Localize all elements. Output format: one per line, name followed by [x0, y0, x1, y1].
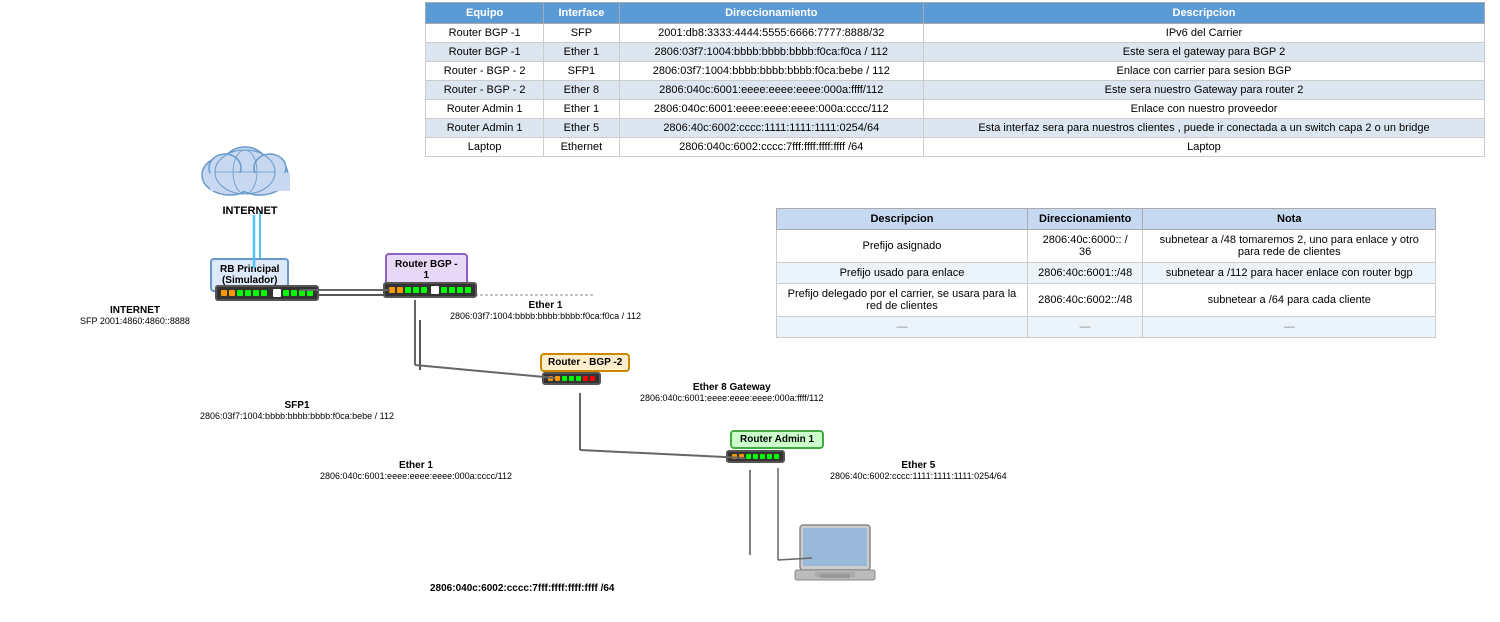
main-cell-6-2: 2806:040c:6002:cccc:7fff:ffff:ffff:ffff … [619, 138, 923, 157]
second-cell-2-1: 2806:40c:6002::/48 [1027, 284, 1143, 317]
main-cell-2-1: SFP1 [544, 62, 619, 81]
second-cell-3-2: — [1143, 317, 1436, 338]
ether1-bgp1-label: Ether 1 2806:03f7:1004:bbbb:bbbb:bbbb:f0… [450, 300, 641, 322]
main-cell-1-3: Este sera el gateway para BGP 2 [923, 43, 1484, 62]
ether5-label: Ether 5 2806:40c:6002:cccc:1111:1111:111… [830, 460, 1007, 482]
second-cell-1-2: subnetear a /112 para hacer enlace con r… [1143, 263, 1436, 284]
main-cell-2-0: Router - BGP - 2 [426, 62, 544, 81]
main-cell-6-0: Laptop [426, 138, 544, 157]
main-cell-4-1: Ether 1 [544, 100, 619, 119]
router-admin1-box: Router Admin 1 [730, 430, 824, 449]
main-cell-6-3: Laptop [923, 138, 1484, 157]
main-cell-0-0: Router BGP -1 [426, 24, 544, 43]
main-cell-3-3: Este sera nuestro Gateway para router 2 [923, 81, 1484, 100]
second-cell-0-1: 2806:40c:6000:: / 36 [1027, 230, 1143, 263]
main-cell-5-0: Router Admin 1 [426, 119, 544, 138]
internet-label: INTERNET [190, 205, 310, 217]
second-table: Descripcion Direccionamiento Nota Prefij… [776, 208, 1436, 338]
second-cell-2-0: Prefijo delegado por el carrier, se usar… [777, 284, 1028, 317]
laptop-icon [790, 520, 880, 590]
second-cell-3-1: — [1027, 317, 1143, 338]
col-header-equipo: Equipo [426, 3, 544, 24]
main-cell-4-0: Router Admin 1 [426, 100, 544, 119]
main-cell-5-2: 2806:40c:6002:cccc:1111:1111:1111:0254/6… [619, 119, 923, 138]
main-cell-3-2: 2806:040c:6001:eeee:eeee:eeee:000a:ffff/… [619, 81, 923, 100]
main-cell-0-1: SFP [544, 24, 619, 43]
main-cell-3-0: Router - BGP - 2 [426, 81, 544, 100]
rb-principal-device [215, 285, 319, 301]
second-cell-2-2: subnetear a /64 para cada cliente [1143, 284, 1436, 317]
main-cell-4-2: 2806:040c:6001:eeee:eeee:eeee:000a:cccc/… [619, 100, 923, 119]
laptop-addr-text: 2806:040c:6002:cccc:7fff:ffff:ffff:ffff … [430, 583, 615, 594]
col2-header-nota: Nota [1143, 209, 1436, 230]
second-cell-3-0: — [777, 317, 1028, 338]
router-bgp2-label: Router - BGP -2 [548, 357, 622, 368]
router-admin1-label: Router Admin 1 [740, 434, 814, 445]
main-cell-1-0: Router BGP -1 [426, 43, 544, 62]
second-cell-0-2: subnetear a /48 tomaremos 2, uno para en… [1143, 230, 1436, 263]
ether8-label: Ether 8 Gateway 2806:040c:6001:eeee:eeee… [640, 382, 824, 404]
main-table: Equipo Interface Direccionamiento Descri… [425, 2, 1485, 157]
ether1-admin-label: Ether 1 2806:040c:6001:eeee:eeee:eeee:00… [320, 460, 512, 482]
internet-cloud: INTERNET [190, 130, 310, 220]
main-cell-2-2: 2806:03f7:1004:bbbb:bbbb:bbbb:f0ca:bebe … [619, 62, 923, 81]
main-cell-0-2: 2001:db8:3333:4444:5555:6666:7777:8888/3… [619, 24, 923, 43]
router-bgp2-device [542, 372, 601, 385]
col2-header-dir: Direccionamiento [1027, 209, 1143, 230]
main-cell-1-1: Ether 1 [544, 43, 619, 62]
internet-sfp-text: INTERNET SFP 2001:4860:4860::8888 [80, 305, 190, 327]
second-cell-1-1: 2806:40c:6001::/48 [1027, 263, 1143, 284]
router-bgp1-label: Router BGP -1 [395, 259, 458, 281]
second-cell-1-0: Prefijo usado para enlace [777, 263, 1028, 284]
main-cell-5-3: Esta interfaz sera para nuestros cliente… [923, 119, 1484, 138]
router-bgp1-device [383, 282, 477, 298]
col2-header-desc: Descripcion [777, 209, 1028, 230]
main-cell-3-1: Ether 8 [544, 81, 619, 100]
col-header-descripcion: Descripcion [923, 3, 1484, 24]
second-cell-0-0: Prefijo asignado [777, 230, 1028, 263]
col-header-interface: Interface [544, 3, 619, 24]
main-cell-5-1: Ether 5 [544, 119, 619, 138]
main-cell-2-3: Enlace con carrier para sesion BGP [923, 62, 1484, 81]
rb-principal-label: RB Principal(Simulador) [220, 264, 279, 286]
sfp1-label: SFP1 2806:03f7:1004:bbbb:bbbb:bbbb:f0ca:… [200, 400, 394, 422]
main-cell-0-3: IPv6 del Carrier [923, 24, 1484, 43]
col-header-direccionamiento: Direccionamiento [619, 3, 923, 24]
router-admin1-device [726, 450, 785, 463]
main-cell-1-2: 2806:03f7:1004:bbbb:bbbb:bbbb:f0ca:f0ca … [619, 43, 923, 62]
main-cell-6-1: Ethernet [544, 138, 619, 157]
main-cell-4-3: Enlace con nuestro proveedor [923, 100, 1484, 119]
router-bgp2-box: Router - BGP -2 [540, 353, 630, 372]
